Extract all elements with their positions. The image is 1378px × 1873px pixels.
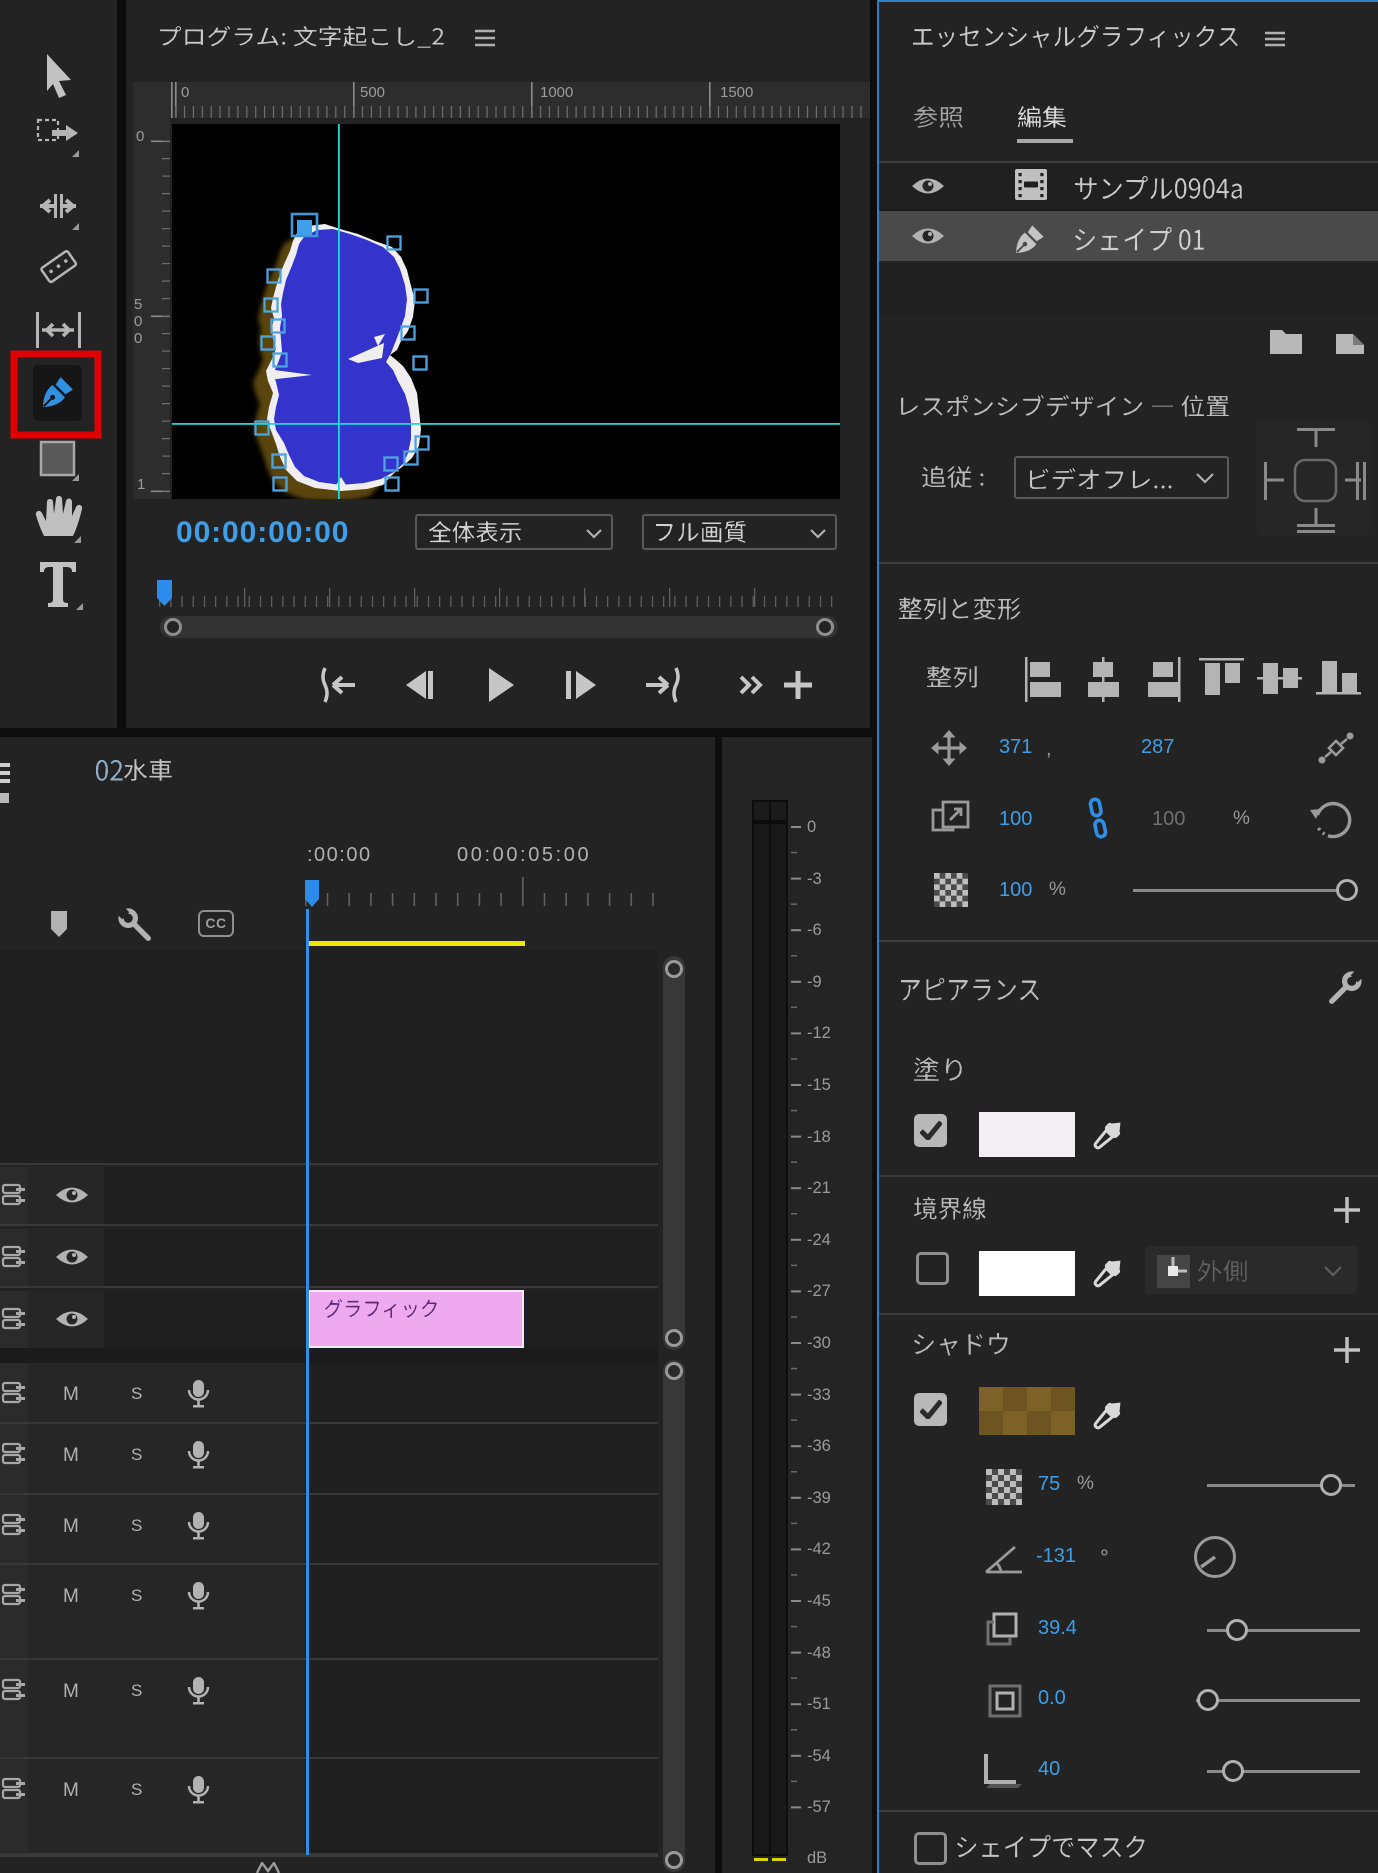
svg-text:M: M xyxy=(63,1445,79,1466)
svg-text:-27: -27 xyxy=(807,1282,831,1300)
svg-text:-57: -57 xyxy=(807,1798,831,1816)
svg-text:-21: -21 xyxy=(807,1179,831,1197)
svg-text:-36: -36 xyxy=(807,1437,831,1455)
svg-text:-24: -24 xyxy=(807,1231,831,1249)
svg-text:S: S xyxy=(131,1516,142,1535)
svg-text:-6: -6 xyxy=(807,921,822,939)
svg-text:-51: -51 xyxy=(807,1695,831,1713)
svg-text:M: M xyxy=(63,1681,79,1702)
svg-text:M: M xyxy=(63,1586,79,1607)
svg-text:S: S xyxy=(131,1586,142,1605)
svg-text:-15: -15 xyxy=(807,1076,831,1094)
svg-text:0: 0 xyxy=(807,818,816,836)
svg-text:-45: -45 xyxy=(807,1592,831,1610)
svg-text:-54: -54 xyxy=(807,1747,831,1765)
svg-text:-3: -3 xyxy=(807,870,822,888)
svg-text:M: M xyxy=(63,1780,79,1801)
svg-text:-18: -18 xyxy=(807,1128,831,1146)
svg-text:S: S xyxy=(131,1445,142,1464)
svg-text:-39: -39 xyxy=(807,1489,831,1507)
svg-text:S: S xyxy=(131,1780,142,1799)
svg-text:M: M xyxy=(63,1516,79,1537)
svg-text:-33: -33 xyxy=(807,1386,831,1404)
svg-text:-9: -9 xyxy=(807,973,822,991)
svg-text:-42: -42 xyxy=(807,1540,831,1558)
svg-text:-48: -48 xyxy=(807,1644,831,1662)
svg-text:-30: -30 xyxy=(807,1334,831,1352)
svg-text:M: M xyxy=(63,1384,79,1405)
svg-text:-12: -12 xyxy=(807,1024,831,1042)
svg-text:S: S xyxy=(131,1681,142,1700)
svg-text:dB: dB xyxy=(807,1849,827,1867)
svg-text:S: S xyxy=(131,1384,142,1403)
